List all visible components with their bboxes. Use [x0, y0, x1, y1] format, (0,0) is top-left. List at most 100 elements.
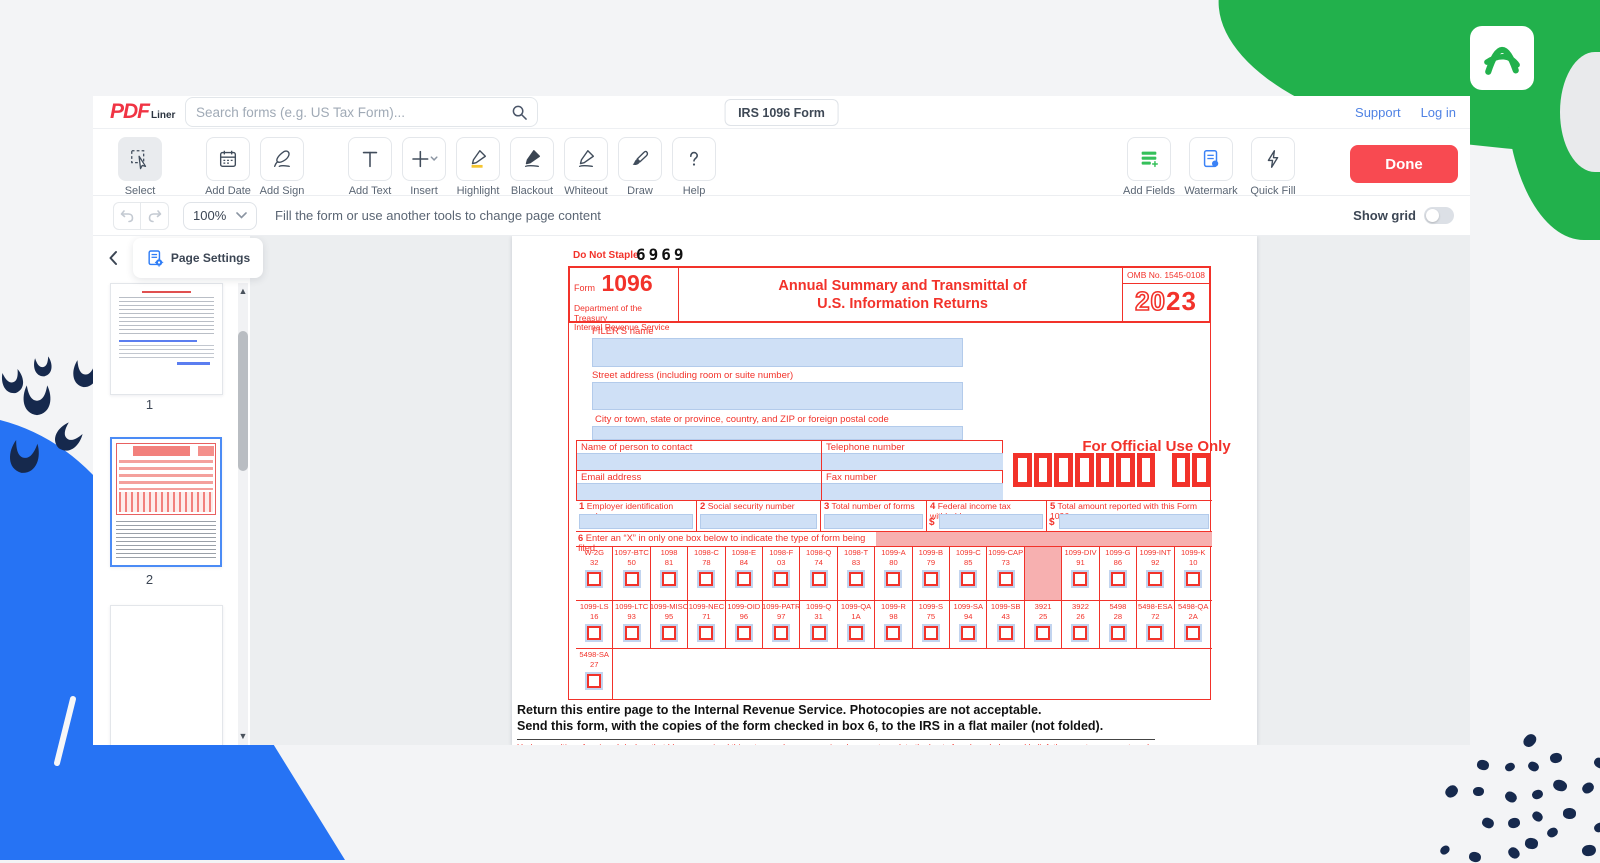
green-blob-edge-decoration: [1506, 0, 1600, 240]
blackout-button[interactable]: Blackout: [505, 137, 559, 197]
form-type-checkbox-1099-PATR[interactable]: [774, 626, 788, 640]
telephone-field[interactable]: [822, 453, 1003, 470]
form-type-cell-5498-ESA: 5498-ESA72: [1137, 601, 1174, 648]
form-type-checkbox-1099-S[interactable]: [924, 626, 938, 640]
dot-decoration: [1581, 844, 1597, 858]
add-text-button[interactable]: Add Text: [343, 137, 397, 197]
dot-decoration: [1530, 810, 1544, 824]
numbered-box-field[interactable]: [1059, 514, 1209, 529]
page-settings-button[interactable]: Page Settings: [133, 238, 263, 278]
login-link[interactable]: Log in: [1421, 105, 1456, 120]
quick-fill-button[interactable]: Quick Fill: [1242, 137, 1304, 197]
form-type-checkbox-1098-T[interactable]: [849, 572, 863, 586]
dot-decoration: [1592, 756, 1600, 770]
dot-decoration: [1473, 787, 1484, 797]
form-type-cell-1099-SB: 1099-SB43: [987, 601, 1024, 648]
form-type-checkbox-3921[interactable]: [1036, 626, 1050, 640]
add-fields-button[interactable]: Add Fields: [1118, 137, 1180, 197]
watermark-button[interactable]: Watermark: [1180, 137, 1242, 197]
form-number: 1096: [601, 270, 652, 296]
document-canvas[interactable]: Do Not Staple 6969 Form 1096 Department …: [250, 236, 1470, 745]
form-type-checkbox-1099-Q[interactable]: [812, 626, 826, 640]
form-type-cell-1099-DIV: 1099-DIV91: [1062, 547, 1099, 600]
help-button[interactable]: Help: [667, 137, 721, 197]
fax-label: Fax number: [822, 471, 1003, 483]
search-form-box[interactable]: [185, 97, 538, 127]
form-type-checkbox-1099-SB[interactable]: [999, 626, 1013, 640]
form-type-checkbox-1097-BTC[interactable]: [625, 572, 639, 586]
highlight-button[interactable]: Highlight: [451, 137, 505, 197]
form-type-cell-1099-S: 1099-S75: [913, 601, 950, 648]
undo-button[interactable]: [113, 202, 141, 230]
numbered-box-field[interactable]: [579, 514, 693, 529]
show-grid-toggle[interactable]: [1424, 207, 1454, 224]
sidebar-scrollbar-thumb[interactable]: [238, 331, 248, 471]
form-type-checkbox-1099-B[interactable]: [924, 572, 938, 586]
form-type-checkbox-5498-SA[interactable]: [587, 674, 601, 688]
select-tool-button[interactable]: Select: [113, 137, 167, 197]
form-type-checkbox-1099-C[interactable]: [961, 572, 975, 586]
pdfliner-logo[interactable]: PDF Liner: [110, 100, 175, 124]
street-address-field[interactable]: [592, 382, 963, 410]
form-type-checkbox-1099-MISC[interactable]: [662, 626, 676, 640]
numbered-box-field[interactable]: [939, 514, 1043, 529]
redo-button[interactable]: [141, 202, 169, 230]
zoom-level-select[interactable]: 100%: [183, 202, 257, 230]
email-field[interactable]: [577, 483, 821, 500]
form-type-checkbox-1098-C[interactable]: [699, 572, 713, 586]
form-type-checkbox-1098-Q[interactable]: [812, 572, 826, 586]
form-type-checkbox-1099-QA[interactable]: [849, 626, 863, 640]
insert-button[interactable]: Insert: [397, 137, 451, 197]
form-type-checkbox-1099-K[interactable]: [1186, 572, 1200, 586]
form-type-checkbox-3922[interactable]: [1073, 626, 1087, 640]
form-type-checkbox-1099-LS[interactable]: [587, 626, 601, 640]
return-instruction-line1: Return this entire page to the Internal …: [517, 703, 1041, 717]
page-thumbnail-1[interactable]: [110, 283, 223, 395]
search-icon[interactable]: [512, 105, 527, 120]
form-type-checkbox-1099-R[interactable]: [886, 626, 900, 640]
paw-decoration: [30, 354, 55, 381]
scroll-down-arrow[interactable]: ▼: [238, 731, 248, 741]
official-use-box: [1137, 453, 1156, 487]
official-use-box: [1034, 453, 1053, 487]
contact-name-field[interactable]: [577, 453, 821, 470]
form-type-checkbox-1098-E[interactable]: [737, 572, 751, 586]
whiteout-button[interactable]: Whiteout: [559, 137, 613, 197]
numbered-box-field[interactable]: [700, 514, 817, 529]
search-input[interactable]: [186, 105, 512, 120]
city-state-zip-field[interactable]: [592, 426, 963, 440]
form-type-checkbox-1099-SA[interactable]: [961, 626, 975, 640]
form-type-checkbox-1099-DIV[interactable]: [1073, 572, 1087, 586]
scroll-up-arrow[interactable]: ▲: [238, 286, 248, 296]
form-type-checkbox-1099-NEC[interactable]: [699, 626, 713, 640]
form-type-checkbox-5498-QA[interactable]: [1186, 626, 1200, 640]
form-type-checkbox-1099-A[interactable]: [886, 572, 900, 586]
form-type-checkbox-5498-ESA[interactable]: [1148, 626, 1162, 640]
form-type-checkbox-1098[interactable]: [662, 572, 676, 586]
form-type-checkbox-1099-CAP[interactable]: [999, 572, 1013, 586]
form-type-checkbox-1099-LTC[interactable]: [625, 626, 639, 640]
page-thumbnail-2-selected[interactable]: [110, 437, 222, 567]
filer-name-field[interactable]: [592, 338, 963, 367]
page-thumbnail-3[interactable]: [110, 605, 223, 745]
add-sign-button[interactable]: Add Sign: [255, 137, 309, 197]
fax-field[interactable]: [822, 483, 1003, 500]
support-link[interactable]: Support: [1355, 105, 1401, 120]
collapse-sidebar-button[interactable]: [101, 246, 125, 270]
form-type-checkbox-1098-F[interactable]: [774, 572, 788, 586]
form-type-checkbox-1099-INT[interactable]: [1148, 572, 1162, 586]
form-type-checkbox-1099-G[interactable]: [1111, 572, 1125, 586]
draw-button[interactable]: Draw: [613, 137, 667, 197]
add-date-button[interactable]: Add Date: [201, 137, 255, 197]
pages-sidebar: Page Settings 1 2 ▲ ▼: [93, 236, 250, 745]
form-type-cell-1099-LS: 1099-LS16: [576, 601, 613, 648]
form-type-cell-3921: 392125: [1025, 601, 1062, 648]
numbered-box-field[interactable]: [824, 514, 923, 529]
city-state-zip-label: City or town, state or province, country…: [595, 414, 889, 425]
done-button[interactable]: Done: [1350, 145, 1458, 183]
paw-decoration: [3, 435, 45, 480]
form-type-cell-1097-BTC: 1097-BTC50: [613, 547, 650, 600]
form-type-checkbox-5498[interactable]: [1111, 626, 1125, 640]
form-type-checkbox-1099-OID[interactable]: [737, 626, 751, 640]
form-type-checkbox-W-2G[interactable]: [587, 572, 601, 586]
